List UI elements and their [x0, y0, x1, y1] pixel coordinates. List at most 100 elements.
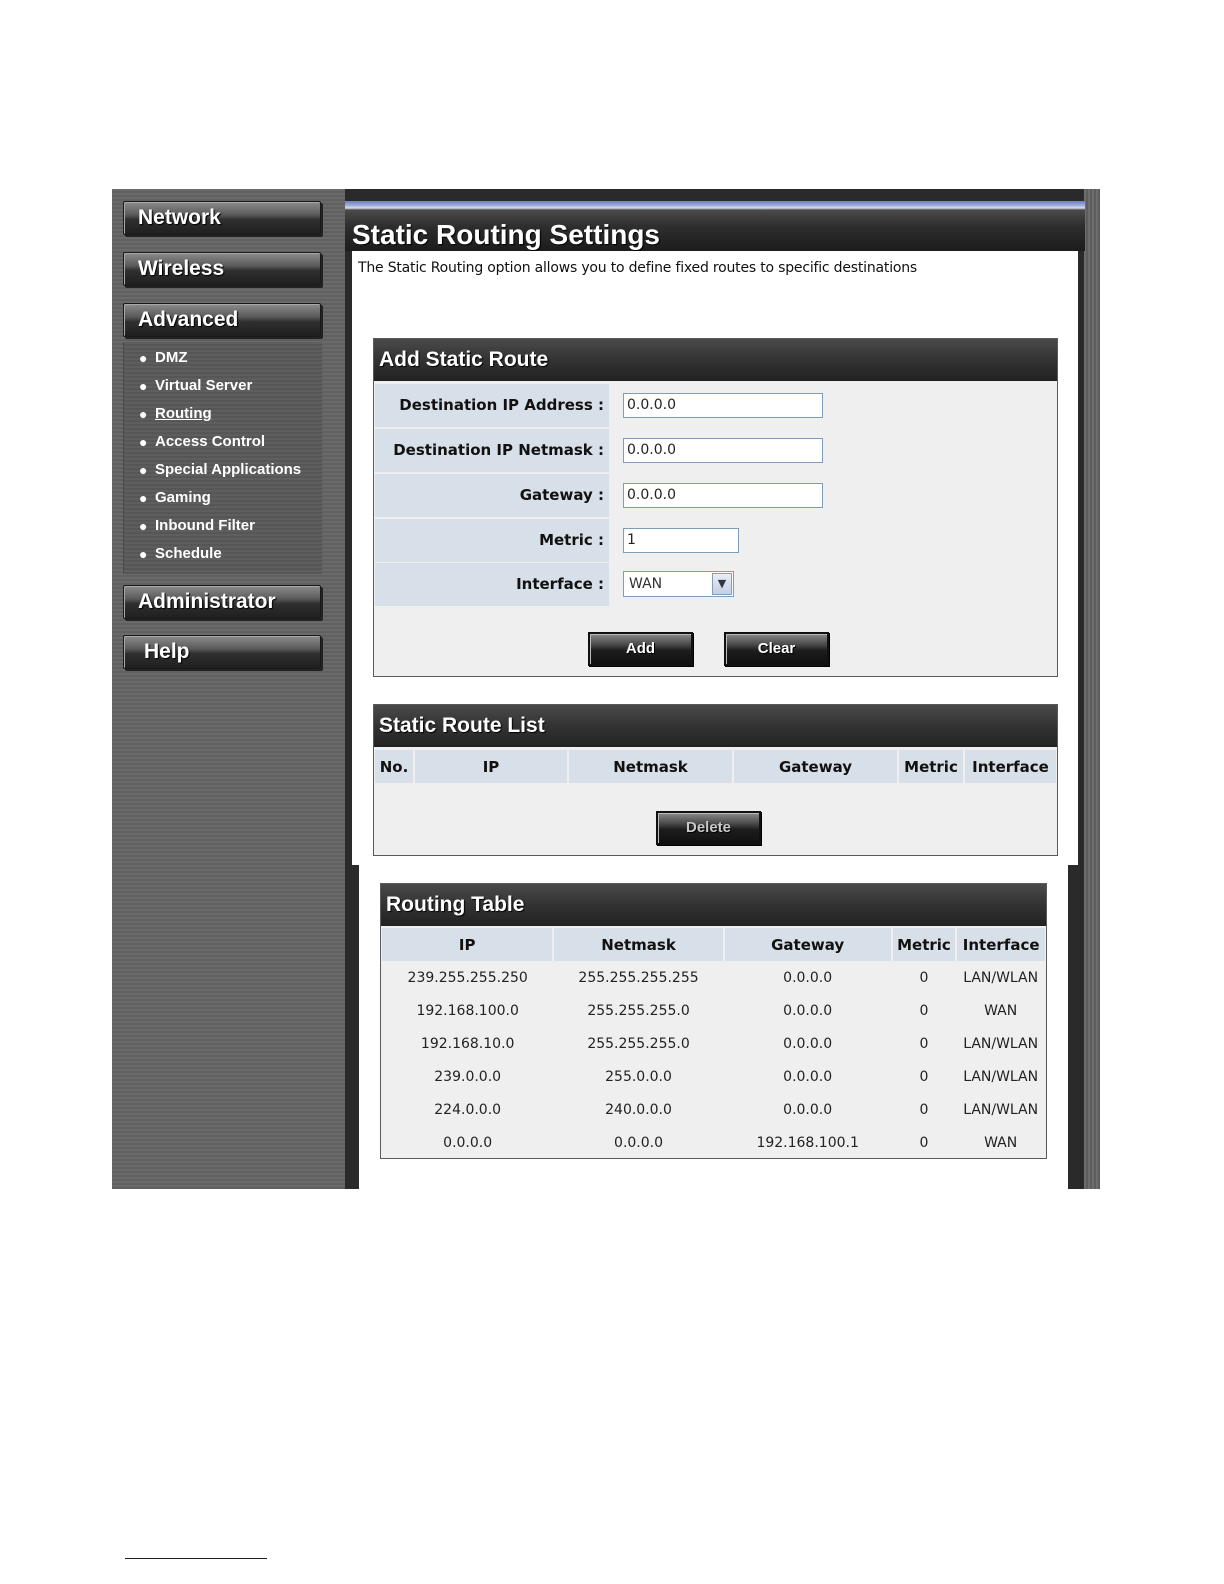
interface-row: Interface : WAN ▼	[375, 563, 1057, 606]
column-header: Netmask	[553, 928, 725, 961]
right-border-stripe	[1084, 189, 1100, 1189]
submenu-item-dmz[interactable]: ● DMZ	[124, 347, 322, 369]
table-row: 224.0.0.0 240.0.0.0 0.0.0.0 0 LAN/WLAN	[382, 1093, 1045, 1126]
add-static-route-panel: Add Static Route Destination IP Address …	[373, 338, 1058, 677]
table-row: 239.255.255.250 255.255.255.255 0.0.0.0 …	[382, 961, 1045, 994]
bullet-icon: ●	[139, 434, 148, 450]
table-cell: WAN	[984, 1002, 1018, 1019]
nav-advanced-button[interactable]: Advanced	[123, 303, 321, 337]
table-cell: 0.0.0.0	[783, 969, 833, 986]
column-header: Metric	[898, 750, 965, 783]
dest-ip-row: Destination IP Address : 0.0.0.0	[375, 384, 1057, 427]
table-cell: LAN/WLAN	[963, 1068, 1039, 1085]
gateway-row: Gateway : 0.0.0.0	[375, 474, 1057, 517]
chevron-down-icon[interactable]: ▼	[712, 573, 732, 595]
netmask-row: Destination IP Netmask : 0.0.0.0	[375, 429, 1057, 472]
advanced-submenu: ● DMZ ● Virtual Server ● Routing ● Acces…	[123, 342, 322, 574]
table-cell: 255.0.0.0	[605, 1068, 672, 1085]
bullet-icon: ●	[139, 518, 148, 534]
column-header: Gateway	[733, 750, 899, 783]
table-row: 239.0.0.0 255.0.0.0 0.0.0.0 0 LAN/WLAN	[382, 1060, 1045, 1093]
submenu-item-access-control[interactable]: ● Access Control	[124, 431, 322, 453]
table-cell: 0.0.0.0	[783, 1002, 833, 1019]
table-cell: 255.255.255.0	[587, 1002, 690, 1019]
table-cell: 0.0.0.0	[443, 1134, 493, 1151]
table-row: 192.168.10.0 255.255.255.0 0.0.0.0 0 LAN…	[382, 1027, 1045, 1060]
table-cell: 255.255.255.255	[578, 969, 699, 986]
sidebar: Network Wireless Advanced ● DMZ ● Virtua…	[112, 189, 352, 1189]
table-cell: LAN/WLAN	[963, 969, 1039, 986]
bullet-icon: ●	[139, 546, 148, 562]
submenu-label: Gaming	[155, 489, 211, 506]
add-static-route-title: Add Static Route	[374, 339, 1057, 381]
table-cell: 0	[919, 1134, 929, 1151]
interface-label: Interface :	[375, 563, 609, 606]
footnote-rule	[125, 1558, 267, 1559]
static-route-list-title: Static Route List	[374, 705, 1057, 747]
table-cell: 192.168.100.0	[416, 1002, 519, 1019]
gateway-input[interactable]: 0.0.0.0	[623, 483, 823, 508]
nav-administrator-button[interactable]: Administrator	[123, 585, 321, 619]
submenu-label: Schedule	[155, 545, 222, 562]
submenu-label: Routing	[155, 405, 212, 422]
gateway-label: Gateway :	[375, 474, 609, 517]
title-bar: Static Routing Settings	[345, 201, 1085, 251]
submenu-item-gaming[interactable]: ● Gaming	[124, 487, 322, 509]
table-cell: 0	[919, 1002, 929, 1019]
netmask-label: Destination IP Netmask :	[375, 429, 609, 472]
submenu-label: Special Applications	[155, 461, 302, 478]
clear-button[interactable]: Clear	[724, 632, 829, 666]
table-cell: WAN	[984, 1134, 1018, 1151]
submenu-item-special-applications[interactable]: ● Special Applications	[124, 459, 322, 481]
column-header: Metric	[891, 928, 958, 961]
nav-help-button[interactable]: Help	[123, 635, 321, 669]
table-cell: 0.0.0.0	[783, 1035, 833, 1052]
column-header: Interface	[964, 750, 1056, 783]
page-description: The Static Routing option allows you to …	[358, 260, 918, 276]
table-cell: 240.0.0.0	[605, 1101, 672, 1118]
table-cell: 0	[919, 1068, 929, 1085]
table-header-row: IP Netmask Gateway Metric Interface	[382, 928, 1045, 961]
table-cell: LAN/WLAN	[963, 1101, 1039, 1118]
column-header: No.	[375, 750, 415, 783]
table-cell: 192.168.100.1	[756, 1134, 859, 1151]
table-cell: 0.0.0.0	[614, 1134, 664, 1151]
static-route-list-panel: Static Route List No. IP Netmask Gateway…	[373, 704, 1058, 856]
table-cell: LAN/WLAN	[963, 1035, 1039, 1052]
delete-button[interactable]: Delete	[656, 811, 761, 845]
dest-ip-input[interactable]: 0.0.0.0	[623, 393, 823, 418]
static-route-list-table: No. IP Netmask Gateway Metric Interface	[375, 750, 1056, 783]
bullet-icon: ●	[139, 490, 148, 506]
metric-row: Metric : 1	[375, 519, 1057, 562]
metric-label: Metric :	[375, 519, 609, 562]
routing-table: IP Netmask Gateway Metric Interface 239.…	[382, 928, 1045, 1159]
bullet-icon: ●	[139, 350, 148, 366]
submenu-item-schedule[interactable]: ● Schedule	[124, 543, 322, 565]
column-header: IP	[414, 750, 569, 783]
nav-network-button[interactable]: Network	[123, 201, 321, 235]
table-cell: 0	[919, 1101, 929, 1118]
table-cell: 0.0.0.0	[783, 1101, 833, 1118]
bullet-icon: ●	[139, 378, 148, 394]
router-admin-screen: Network Wireless Advanced ● DMZ ● Virtua…	[112, 189, 1100, 1189]
add-button[interactable]: Add	[588, 632, 693, 666]
dest-ip-label: Destination IP Address :	[375, 384, 609, 427]
table-cell: 255.255.255.0	[587, 1035, 690, 1052]
routing-table-panel: Routing Table IP Netmask Gateway Metric …	[380, 883, 1047, 1159]
nav-wireless-button[interactable]: Wireless	[123, 252, 321, 286]
submenu-item-virtual-server[interactable]: ● Virtual Server	[124, 375, 322, 397]
table-cell: 224.0.0.0	[434, 1101, 502, 1118]
table-cell: 192.168.10.0	[420, 1035, 515, 1052]
interface-select[interactable]: WAN ▼	[623, 571, 734, 597]
table-row: 192.168.100.0 255.255.255.0 0.0.0.0 0 WA…	[382, 994, 1045, 1027]
bullet-icon: ●	[139, 406, 148, 422]
submenu-label: DMZ	[155, 349, 188, 366]
netmask-input[interactable]: 0.0.0.0	[623, 438, 823, 463]
metric-input[interactable]: 1	[623, 528, 739, 553]
submenu-item-inbound-filter[interactable]: ● Inbound Filter	[124, 515, 322, 537]
column-header: Netmask	[568, 750, 734, 783]
column-header: Interface	[956, 928, 1045, 961]
bullet-icon: ●	[139, 462, 148, 478]
submenu-item-routing[interactable]: ● Routing	[124, 403, 322, 425]
submenu-label: Inbound Filter	[155, 517, 255, 534]
